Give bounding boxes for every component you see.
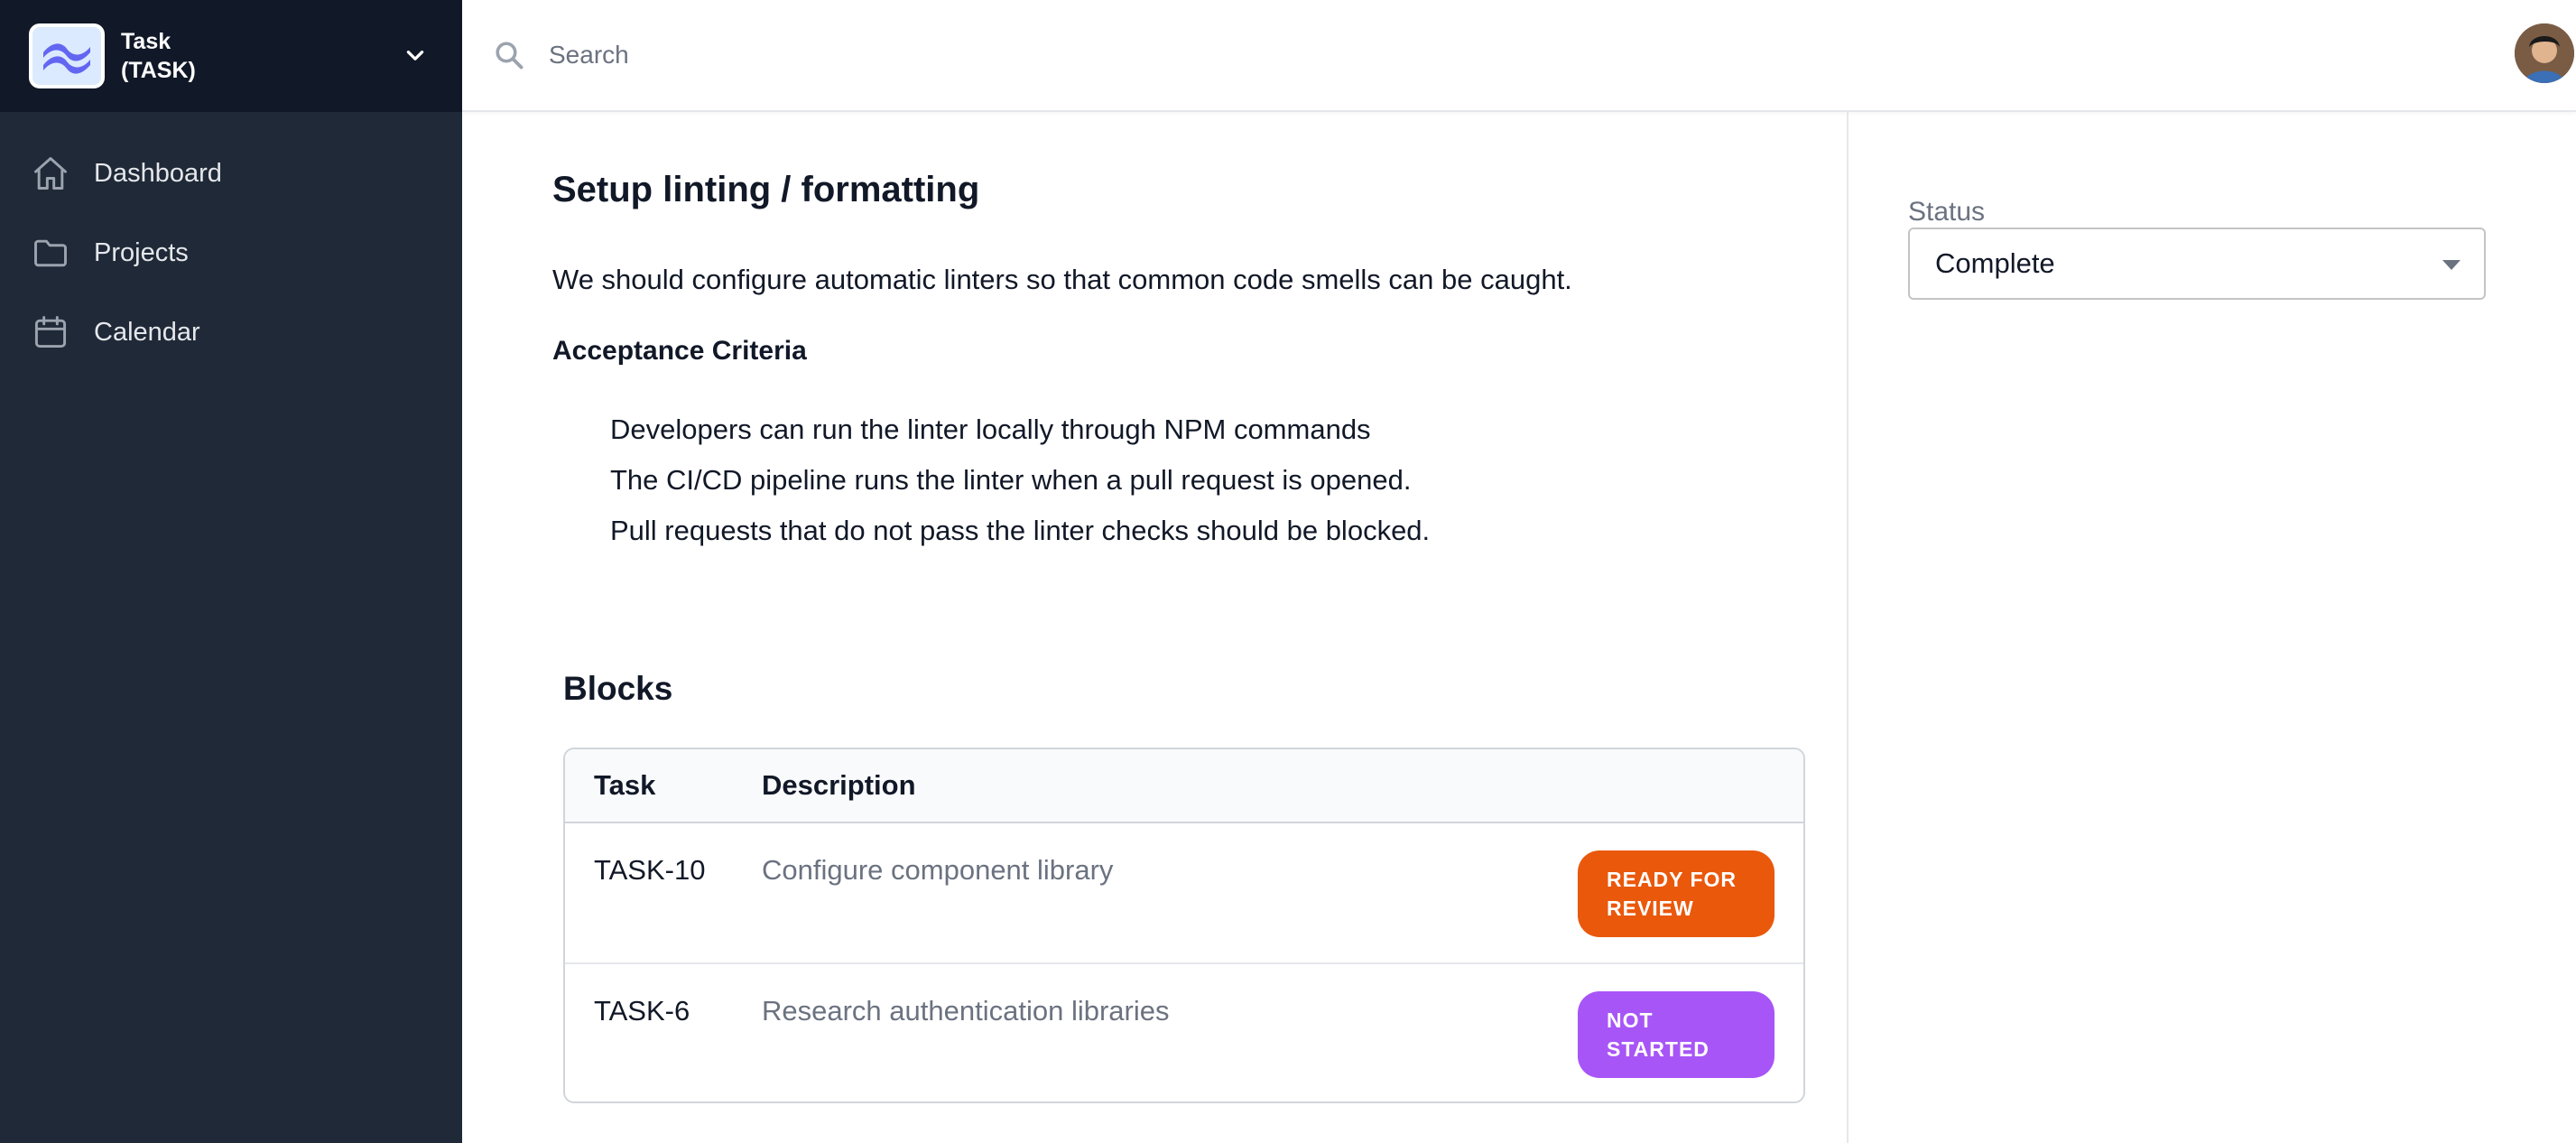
- list-item: Developers can run the linter locally th…: [610, 414, 1371, 445]
- team-name-line1: Task: [121, 29, 171, 54]
- status-badge: NOT STARTED: [1578, 991, 1774, 1078]
- acceptance-criteria-heading: Acceptance Criteria: [552, 336, 807, 366]
- blocks-table: Task Description TASK-10 Configure compo…: [563, 748, 1805, 1103]
- status-select[interactable]: Complete: [1908, 228, 2486, 300]
- task-id: TASK-6: [594, 995, 690, 1027]
- column-header-description: Description: [762, 769, 916, 801]
- sidebar-item-calendar[interactable]: Calendar: [0, 293, 462, 372]
- page-title: Setup linting / formatting: [552, 170, 980, 209]
- table-header: Task Description: [565, 749, 1803, 823]
- sidebar-item-label: Projects: [94, 237, 189, 267]
- column-header-task: Task: [594, 769, 656, 801]
- avatar[interactable]: [2515, 23, 2574, 83]
- table-row[interactable]: TASK-6 Research authentication libraries…: [565, 962, 1803, 1101]
- sidebar-item-dashboard[interactable]: Dashboard: [0, 134, 462, 213]
- search-icon: [491, 37, 527, 73]
- task-id: TASK-10: [594, 854, 706, 886]
- sidebar: Task (TASK) Dashboard Projects Calendar: [0, 0, 462, 1143]
- sidebar-item-label: Calendar: [94, 317, 200, 347]
- task-description: We should configure automatic linters so…: [552, 264, 1572, 295]
- sidebar-item-label: Dashboard: [94, 158, 222, 188]
- top-bar: [462, 0, 2576, 112]
- status-label: Status: [1908, 197, 2002, 228]
- home-icon: [31, 153, 70, 193]
- status-badge: READY FOR REVIEW: [1578, 850, 1774, 937]
- list-item: Pull requests that do not pass the linte…: [610, 515, 1431, 546]
- dropdown-caret-icon: [2442, 260, 2460, 270]
- chevron-down-icon[interactable]: [397, 38, 433, 74]
- sidebar-nav: Dashboard Projects Calendar: [0, 112, 462, 372]
- team-name-line2: (TASK): [121, 58, 196, 83]
- list-item: The CI/CD pipeline runs the linter when …: [610, 464, 1412, 496]
- team-logo: [29, 23, 105, 88]
- folder-icon: [31, 233, 70, 273]
- status-select-value: Complete: [1935, 247, 2055, 279]
- task-detail: Setup linting / formatting We should con…: [462, 112, 1849, 1143]
- search-input[interactable]: [547, 40, 2172, 70]
- blocks-heading: Blocks: [563, 670, 673, 707]
- team-switcher[interactable]: Task (TASK): [0, 0, 462, 112]
- table-row[interactable]: TASK-10 Configure component library READ…: [565, 823, 1803, 962]
- sidebar-item-projects[interactable]: Projects: [0, 213, 462, 293]
- team-name: Task (TASK): [121, 27, 397, 85]
- tailwind-wave-icon: [43, 43, 90, 74]
- acceptance-criteria-list: Developers can run the linter locally th…: [610, 404, 1430, 556]
- calendar-icon: [31, 312, 70, 352]
- details-panel: Complete Status: [1849, 112, 2576, 1143]
